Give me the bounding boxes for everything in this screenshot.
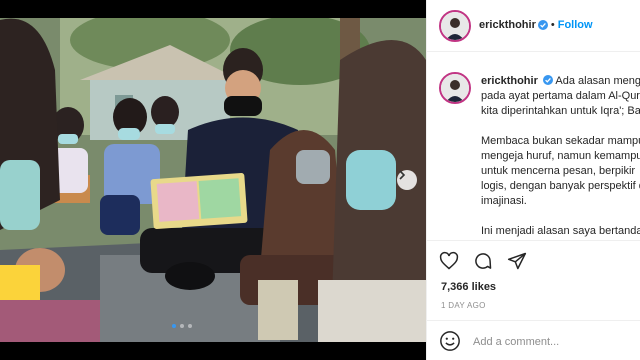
caption-username-link[interactable]: erickthohir	[481, 75, 538, 87]
verified-badge-icon	[542, 75, 553, 85]
comment-bar	[427, 320, 640, 360]
username-link[interactable]: erickthohir	[479, 19, 536, 31]
follow-button[interactable]: Follow	[558, 19, 593, 31]
caption-line: imajinasi.	[481, 195, 527, 207]
letterbox-top	[0, 0, 426, 18]
carousel-next-button[interactable]	[397, 170, 417, 190]
share-button[interactable]	[507, 251, 527, 271]
caption-line: mengeja huruf, namun kemampuan	[481, 150, 640, 162]
caption-line: untuk mencerna pesan, berpikir	[481, 165, 636, 177]
emoji-button[interactable]	[439, 330, 461, 352]
avatar[interactable]	[439, 10, 471, 42]
carousel-dot	[180, 324, 184, 328]
share-icon	[507, 252, 527, 270]
separator-dot: •	[550, 19, 555, 31]
profile-avatar-image	[441, 74, 469, 102]
post-photo[interactable]	[0, 0, 426, 360]
carousel-indicator	[172, 324, 192, 328]
caption-line: Ada alasan mengapa	[555, 75, 640, 87]
caption-line: logis, dengan banyak perspektif dan	[481, 180, 640, 192]
post-side-panel: erickthohir • Follow erickthohir Ada ala…	[426, 0, 640, 360]
post-header: erickthohir • Follow	[427, 0, 640, 52]
comment-button[interactable]	[473, 251, 493, 271]
chevron-right-icon	[399, 170, 406, 180]
caption-line: kita diperintahkan untuk Iqra'; Baca.	[481, 105, 640, 117]
caption-section: erickthohir Ada alasan mengapa pada ayat…	[427, 60, 640, 240]
caption-text: erickthohir Ada alasan mengapa pada ayat…	[481, 74, 640, 240]
comment-icon	[475, 253, 492, 269]
carousel-dot	[188, 324, 192, 328]
caption-avatar[interactable]	[439, 72, 471, 104]
verified-badge-icon	[537, 20, 548, 30]
post-timestamp[interactable]: 1 DAY AGO	[441, 301, 486, 310]
photo-illustration	[0, 0, 426, 360]
heart-icon	[439, 251, 459, 270]
caption-line: pada ayat pertama dalam Al-Qur'an	[481, 90, 640, 102]
profile-avatar-image	[441, 12, 469, 40]
caption-line: Membaca bukan sekadar mampu	[481, 135, 640, 147]
letterbox-bottom	[0, 342, 426, 360]
action-icons	[439, 251, 527, 271]
like-button[interactable]	[439, 251, 459, 271]
carousel-dot-active	[172, 324, 176, 328]
post-actions: 7,366 likes 1 DAY AGO	[427, 240, 640, 320]
likes-count[interactable]: 7,366 likes	[441, 281, 496, 293]
caption-line: Ini menjadi alasan saya bertandang	[481, 225, 640, 237]
comment-input[interactable]	[473, 333, 633, 351]
emoji-icon	[440, 331, 460, 351]
